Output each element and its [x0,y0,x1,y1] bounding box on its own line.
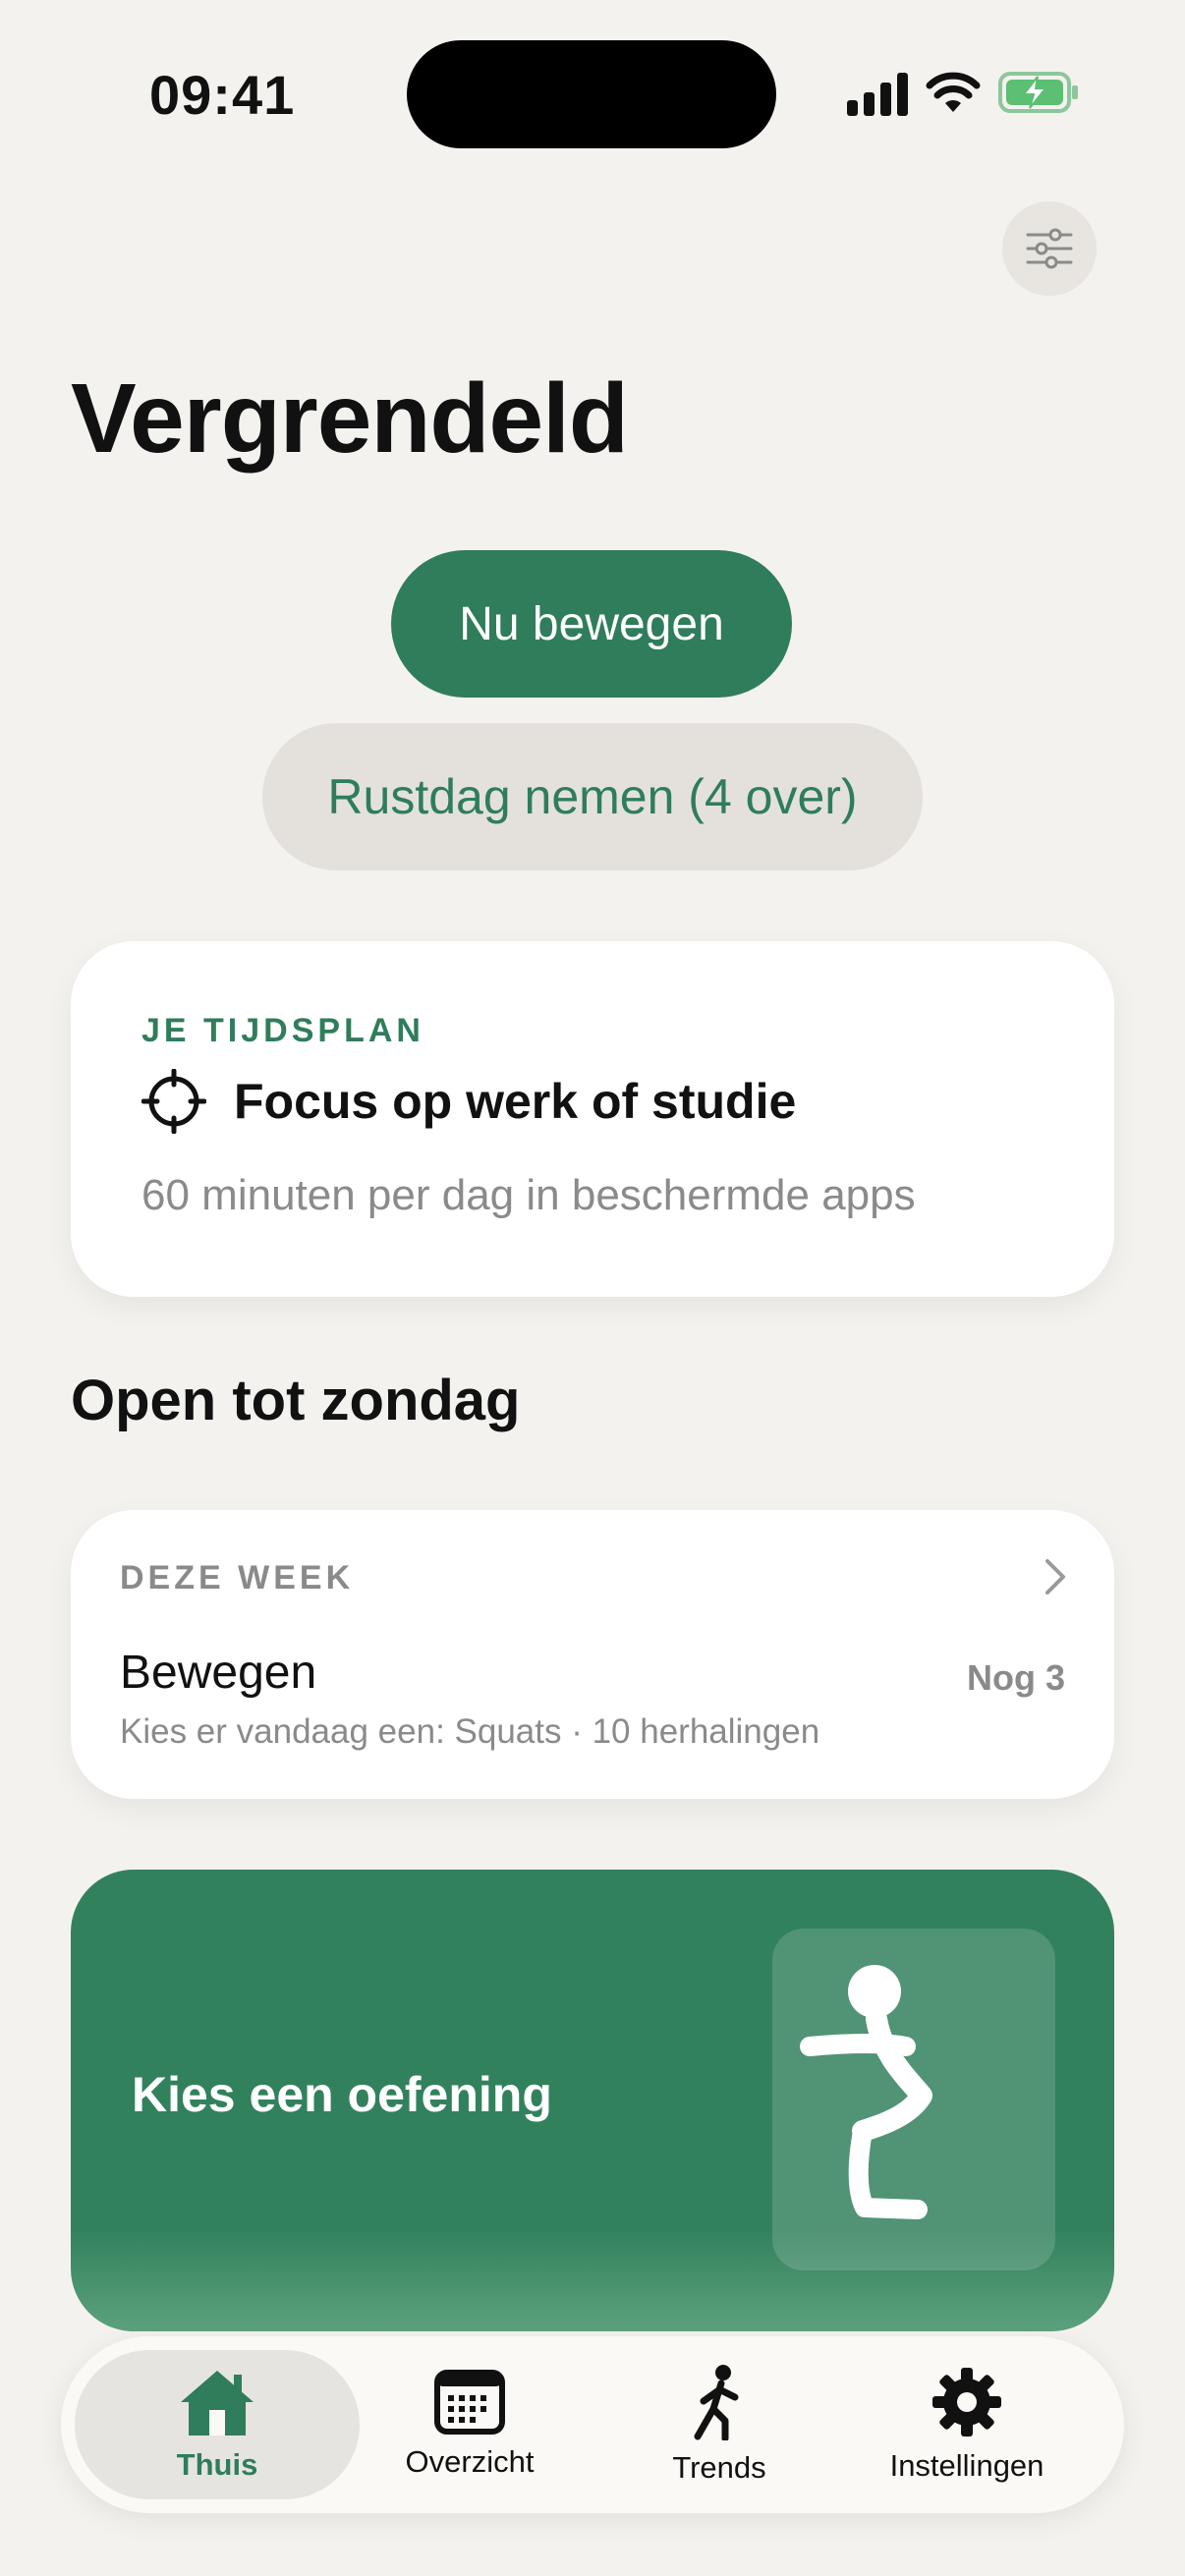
tab-settings-label: Instellingen [889,2448,1044,2483]
schedule-label: JE TIJDSPLAN [141,1012,424,1049]
rest-day-button[interactable]: Rustdag nemen (4 over) [262,723,923,870]
week-card[interactable]: DEZE WEEK Bewegen Nog 3 Kies er vandaag … [71,1510,1114,1799]
page-title: Vergrendeld [71,364,629,474]
tab-settings[interactable]: Instellingen [843,2350,1091,2499]
filter-button[interactable] [1002,201,1097,296]
status-time: 09:41 [149,64,296,126]
choose-exercise-label: Kies een oefening [132,2067,552,2122]
schedule-subtitle: 60 minuten per dag in beschermde apps [141,1171,916,1219]
wifi-icon [926,72,981,112]
remaining-count: Nog 3 [966,1657,1065,1698]
tab-home-label: Thuis [176,2447,258,2482]
gear-icon [932,2368,1001,2436]
chevron-right-icon [1045,1559,1065,1595]
week-label: DEZE WEEK [120,1559,355,1596]
schedule-row: Focus op werk of studie [141,1069,796,1134]
battery-charging-icon [998,72,1078,113]
move-now-button[interactable]: Nu bewegen [391,550,792,698]
choose-exercise-card[interactable]: Kies een oefening [71,1870,1114,2331]
walking-person-icon [694,2365,739,2440]
squat-illustration [772,1929,1055,2270]
squat-figure-icon [800,1965,932,2219]
tab-home[interactable]: Thuis [75,2350,360,2499]
calendar-icon [434,2370,505,2435]
tab-trends-label: Trends [672,2450,766,2485]
sliders-icon [1026,228,1073,269]
section-heading: Open tot zondag [71,1369,521,1432]
dynamic-island [407,40,776,148]
week-title: Bewegen [120,1647,317,1699]
crosshair-icon [141,1069,206,1134]
tab-overview-label: Overzicht [405,2444,535,2479]
week-subtitle: Kies er vandaag een: Squats · 10 herhali… [120,1712,820,1751]
cellular-signal-icon [847,73,908,116]
schedule-card: JE TIJDSPLAN Focus op werk of studie 60 … [71,941,1114,1297]
tab-bar: Thuis Overzicht Trends Instellingen [61,2336,1124,2513]
house-icon [181,2371,254,2436]
tab-trends[interactable]: Trends [595,2350,843,2499]
tab-overview[interactable]: Overzicht [346,2350,593,2499]
schedule-title: Focus op werk of studie [234,1074,797,1129]
